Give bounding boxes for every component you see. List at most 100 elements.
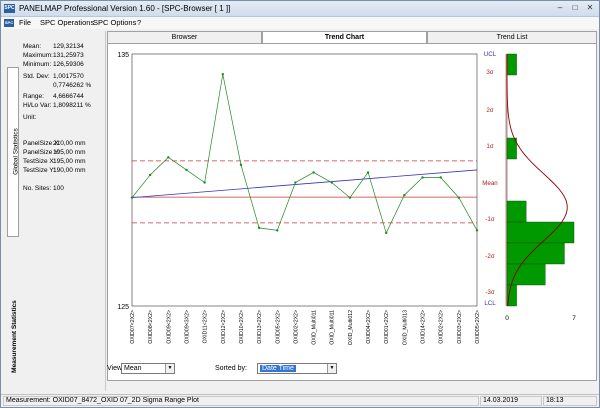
category-label: OXID05<2X2> [475,310,481,344]
close-icon[interactable]: ✕ [583,3,597,14]
category-label: OXID_Multi012 [348,310,354,345]
tab-global-statistics[interactable]: Global Statistics [7,67,20,237]
tab-browser[interactable]: Browser [107,31,262,43]
data-point [203,181,206,184]
stat-value: 129,32134 [53,43,84,50]
data-point [475,229,479,232]
sigma-axis-label: Mean [482,180,498,187]
view-select[interactable]: Mean ▼ [121,363,175,374]
data-point [421,176,424,179]
data-point [439,176,442,179]
category-label: OXID_Multi011 [312,310,318,345]
maximize-icon[interactable]: □ [568,3,582,14]
sorted-by-select-value: Date Time [260,365,296,372]
tab-measurement-statistics[interactable]: Measurement Statistics [7,281,19,401]
stat-label: TestSize Y: [23,167,56,174]
stat-value: 1,0017570 [53,73,84,80]
category-label: OXID03<2X2> [457,310,463,344]
stat-label: Std. Dev: [23,73,50,80]
histogram-bar [506,53,517,76]
sigma-axis-label: 3σ [486,69,493,76]
sigma-axis-label: 1σ [486,143,493,150]
view-tabs: Browser Trend Chart Trend List [107,31,597,44]
global-statistics-label: Global Statistics [12,128,20,175]
status-date: 14.03.2019 [480,396,542,406]
category-label: OXID05<2X2> [275,310,281,344]
category-label: OXID_Multi011 [330,310,336,345]
data-point [348,196,352,199]
histogram-bar [506,137,517,160]
data-point [330,181,333,184]
menu-help[interactable]: ? [137,18,141,27]
data-point [403,193,406,197]
trend-chart: 135 125OXID07<2X2> OXID08<2X2> OXID09<2X2> O… [117,51,576,345]
y-tick-label: 135 [117,52,129,59]
tab-trend-list[interactable]: Trend List [427,31,597,43]
stat-value: 195,00 mm [53,158,86,165]
stat-value: 126,59306 [53,61,84,68]
data-point [148,173,152,177]
data-point [221,72,224,76]
data-point [239,163,243,167]
data-point [276,229,279,232]
sorted-by-select[interactable]: Date Time ▼ [257,363,337,374]
data-point [130,196,134,199]
category-label: OXID08<2X2> [148,310,154,344]
histogram-bar [506,221,575,244]
histogram-tick-label: 7 [572,315,576,322]
data-point [185,168,188,172]
category-label: OXID13<2X2> [257,310,263,344]
title-bar[interactable]: SPC PANELMAP Professional Version 1.60 -… [1,1,599,17]
stat-value: 1,8098211 % [53,102,91,109]
data-point [385,231,388,235]
stat-value: 131,25973 [53,52,84,59]
stat-label: Unit: [23,114,37,121]
chart-controls: View: Mean ▼ Sorted by: Date Time ▼ [107,361,597,379]
data-point [312,171,315,174]
menu-file[interactable]: File [19,18,31,27]
app-window: SPC PANELMAP Professional Version 1.60 -… [0,0,600,408]
data-point [366,171,370,174]
category-label: OXID_Multi013 [402,310,408,345]
stat-label: No. Sites: [23,185,52,192]
spc-menu-icon[interactable]: SPC [4,19,14,27]
y-tick-label: 125 [117,304,129,311]
stat-label: Range: [23,93,44,100]
category-label: OXID10<2X2> [239,310,245,344]
category-label: OXID12<2X2> [221,310,227,344]
window-title: PANELMAP Professional Version 1.60 - [SP… [19,4,231,13]
sigma-axis-label: 2σ [486,107,493,114]
sigma-axis-label: UCL [484,51,497,58]
category-label: OXID14<2X2> [421,310,427,344]
stat-label: Maximum: [23,52,53,59]
category-label: OXID01<2X2> [384,310,390,344]
category-label: OXID02<2X2> [439,310,445,344]
histogram-bar [506,200,527,223]
minimize-icon[interactable]: – [553,3,567,14]
data-point [257,226,261,230]
stat-value: 195,00 mm [53,149,86,156]
measurement-statistics-label: Measurement Statistics [11,300,18,373]
stat-value: 210,00 mm [53,140,86,147]
statistics-panel: Global Statistics Measurement Statistics… [3,31,106,391]
stat-label: Mean: [23,43,42,50]
stat-value: 100 [53,185,64,192]
category-label: OXID11<2X2> [203,310,209,343]
stat-label: Hi/Lo Var: [23,102,52,109]
sorted-by-label: Sorted by: [215,365,247,372]
category-label: OXID04<2X2> [366,310,372,344]
category-label: OXID09<3X2> [184,310,190,344]
chevron-down-icon[interactable]: ▼ [327,364,336,373]
menu-spc-operations[interactable]: SPC Operations [40,18,94,27]
sigma-axis-label: LCL [484,300,496,307]
menu-spc-options[interactable]: SPC Options [93,18,136,27]
app-icon: SPC [4,4,15,13]
category-label: OXID02<2X2> [293,310,299,344]
data-point [167,156,170,159]
stat-value: 190,00 mm [53,167,86,174]
chevron-down-icon[interactable]: ▼ [165,364,174,373]
stat-value: 4,6666744 [53,93,84,100]
histogram-bar [506,263,546,286]
histogram-bar [506,242,565,265]
category-label: OXID09<2X2> [166,310,172,344]
